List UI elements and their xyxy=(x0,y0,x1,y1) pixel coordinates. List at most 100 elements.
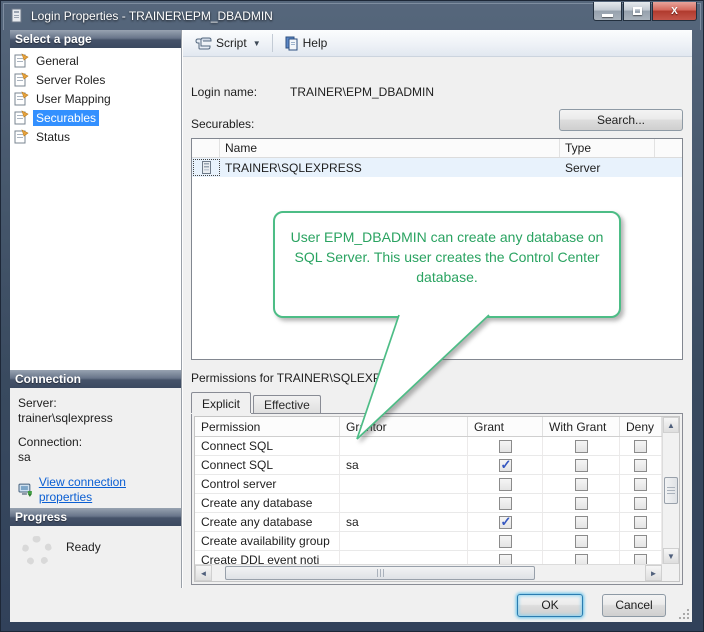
with-grant-checkbox[interactable] xyxy=(575,459,588,472)
with-grant-checkbox[interactable] xyxy=(575,516,588,529)
close-button[interactable]: X xyxy=(652,2,697,21)
permissions-for-label: Permissions for TRAINER\SQLEXPR xyxy=(191,371,683,387)
server-value: trainer\sqlexpress xyxy=(18,411,181,426)
grant-column-header[interactable]: Grant xyxy=(468,417,543,436)
page-icon xyxy=(14,91,29,106)
grantor-cell xyxy=(340,532,468,550)
progress-header: Progress xyxy=(10,508,181,526)
permission-cell: Create availability group xyxy=(195,532,340,550)
view-connection-properties-link[interactable]: View connection properties xyxy=(39,475,181,505)
permission-cell: Connect SQL xyxy=(195,456,340,474)
horizontal-scrollbar-thumb[interactable] xyxy=(225,566,535,580)
login-name-label: Login name: xyxy=(191,85,290,99)
securables-label: Securables: xyxy=(191,117,254,131)
script-icon xyxy=(195,36,212,51)
minimize-button[interactable] xyxy=(593,2,622,21)
search-button[interactable]: Search... xyxy=(559,109,683,131)
grant-checkbox[interactable] xyxy=(499,554,512,565)
page-list: General Server Roles User Mapping Secura… xyxy=(10,48,181,370)
name-column-header[interactable]: Name xyxy=(220,139,560,157)
permission-row[interactable]: Create DDL event noti xyxy=(195,551,662,564)
sidebar-item-securables[interactable]: Securables xyxy=(10,108,181,127)
permission-row[interactable]: Connect SQL xyxy=(195,437,662,456)
window-title: Login Properties - TRAINER\EPM_DBADMIN xyxy=(31,9,273,23)
securable-row[interactable]: TRAINER\SQLEXPRESS Server xyxy=(192,158,682,177)
sidebar-item-status[interactable]: Status xyxy=(10,127,181,146)
grantor-cell xyxy=(340,475,468,493)
permission-row[interactable]: Create any database sa xyxy=(195,513,662,532)
help-button[interactable]: Help xyxy=(278,32,334,54)
securable-type: Server xyxy=(560,161,655,175)
horizontal-scrollbar[interactable]: ◄ ► xyxy=(195,564,662,581)
script-button[interactable]: Script ▼ xyxy=(189,32,267,54)
deny-checkbox[interactable] xyxy=(634,535,647,548)
select-a-page-header: Select a page xyxy=(10,30,181,48)
with-grant-checkbox[interactable] xyxy=(575,478,588,491)
deny-checkbox[interactable] xyxy=(634,554,647,565)
connection-value: sa xyxy=(18,450,181,465)
cancel-button[interactable]: Cancel xyxy=(602,594,666,617)
vertical-scrollbar-thumb[interactable] xyxy=(664,477,678,504)
deny-checkbox[interactable] xyxy=(634,459,647,472)
deny-column-header[interactable]: Deny xyxy=(620,417,662,436)
permission-row[interactable]: Connect SQL sa xyxy=(195,456,662,475)
grant-checkbox[interactable] xyxy=(499,459,512,472)
deny-checkbox[interactable] xyxy=(634,440,647,453)
permission-row[interactable]: Control server xyxy=(195,475,662,494)
grant-checkbox[interactable] xyxy=(499,440,512,453)
deny-checkbox[interactable] xyxy=(634,497,647,510)
grantor-cell xyxy=(340,494,468,512)
with-grant-checkbox[interactable] xyxy=(575,554,588,565)
type-column-header[interactable]: Type xyxy=(560,139,655,157)
scroll-right-icon[interactable]: ► xyxy=(645,565,662,581)
permission-cell: Control server xyxy=(195,475,340,493)
close-icon: X xyxy=(671,6,678,17)
sidebar-item-general[interactable]: General xyxy=(10,51,181,70)
with-grant-checkbox[interactable] xyxy=(575,440,588,453)
sidebar-item-user-mapping[interactable]: User Mapping xyxy=(10,89,181,108)
permission-row[interactable]: Create availability group xyxy=(195,532,662,551)
scrollbar-corner xyxy=(662,564,679,581)
with-grant-column-header[interactable]: With Grant xyxy=(543,417,620,436)
with-grant-checkbox[interactable] xyxy=(575,497,588,510)
permission-column-header[interactable]: Permission xyxy=(195,417,340,436)
scroll-left-icon[interactable]: ◄ xyxy=(195,565,212,581)
titlebar[interactable]: Login Properties - TRAINER\EPM_DBADMIN X xyxy=(1,1,703,30)
script-dropdown-icon[interactable]: ▼ xyxy=(253,39,261,48)
permission-row[interactable]: Create any database xyxy=(195,494,662,513)
grant-checkbox[interactable] xyxy=(499,478,512,491)
toolbar: Script ▼ Help xyxy=(183,30,692,57)
grant-checkbox[interactable] xyxy=(499,516,512,529)
grantor-column-header[interactable]: Grantor xyxy=(340,417,468,436)
sidebar-item-label: General xyxy=(33,53,82,69)
permission-cell: Create DDL event noti xyxy=(195,551,340,564)
minimize-icon xyxy=(602,14,613,17)
grant-checkbox[interactable] xyxy=(499,535,512,548)
server-label: Server: xyxy=(18,396,181,411)
tab-explicit[interactable]: Explicit xyxy=(191,392,251,413)
grant-checkbox[interactable] xyxy=(499,497,512,510)
deny-checkbox[interactable] xyxy=(634,516,647,529)
sidebar-item-label: Status xyxy=(33,129,73,145)
progress-panel: Ready xyxy=(10,526,181,588)
with-grant-checkbox[interactable] xyxy=(575,535,588,548)
tab-effective[interactable]: Effective xyxy=(253,395,321,413)
grantor-cell xyxy=(340,437,468,455)
permission-cell: Connect SQL xyxy=(195,437,340,455)
resize-grip[interactable] xyxy=(679,609,690,620)
permissions-grid: Permission Grantor Grant With Grant Deny… xyxy=(194,416,680,582)
page-icon xyxy=(14,110,29,125)
progress-spinner-icon xyxy=(22,536,52,566)
page-icon xyxy=(14,72,29,87)
deny-checkbox[interactable] xyxy=(634,478,647,491)
sidebar-item-server-roles[interactable]: Server Roles xyxy=(10,70,181,89)
scroll-up-icon[interactable]: ▲ xyxy=(663,417,679,433)
scroll-down-icon[interactable]: ▼ xyxy=(663,548,679,564)
securables-table: Name Type xyxy=(191,138,683,360)
maximize-button[interactable] xyxy=(623,2,651,21)
permission-cell: Create any database xyxy=(195,513,340,531)
vertical-scrollbar[interactable]: ▲ ▼ xyxy=(662,417,679,564)
ok-button[interactable]: OK xyxy=(517,594,583,617)
securables-table-header: Name Type xyxy=(192,139,682,158)
script-label: Script xyxy=(216,36,247,50)
